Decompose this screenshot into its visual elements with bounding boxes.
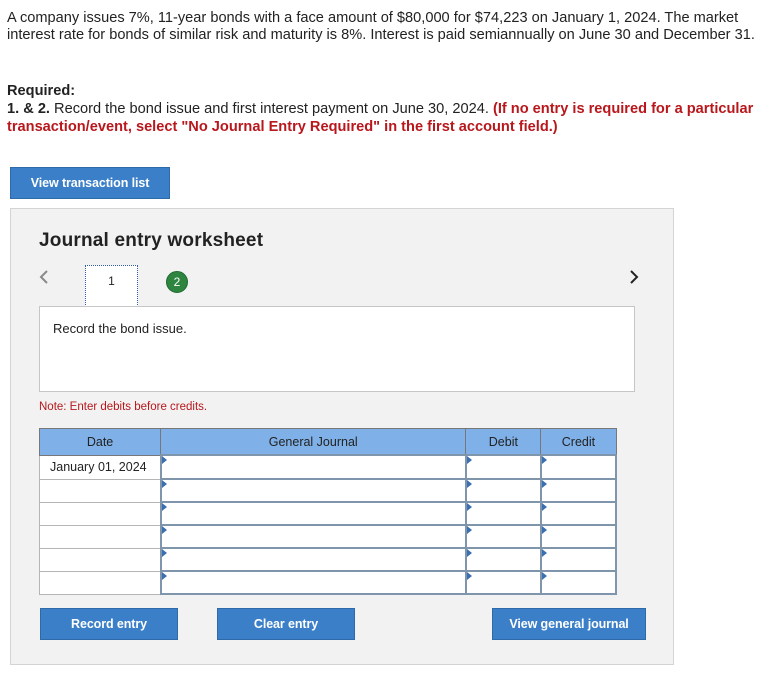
credit-column-header: Credit — [540, 428, 617, 456]
journal-entry-worksheet-panel: Journal entry worksheet 1 2 Record the b… — [10, 208, 674, 665]
debit-input[interactable] — [464, 501, 542, 526]
date-cell[interactable] — [38, 547, 162, 572]
worksheet-title: Journal entry worksheet — [39, 230, 264, 251]
transaction-description: Record the bond issue. — [53, 321, 187, 336]
table-row — [38, 547, 618, 572]
date-cell[interactable] — [38, 570, 162, 595]
credit-input[interactable] — [539, 478, 618, 503]
debit-input[interactable] — [464, 478, 542, 503]
step-1-label: 1 — [108, 274, 115, 288]
account-input[interactable] — [159, 478, 467, 503]
debit-column-header: Debit — [465, 428, 542, 456]
record-entry-button[interactable]: Record entry — [40, 608, 178, 640]
transaction-description-box: Record the bond issue. — [39, 306, 635, 392]
debits-note: Note: Enter debits before credits. — [39, 401, 208, 413]
date-column-header: Date — [38, 428, 162, 456]
required-text: Record the bond issue and first interest… — [50, 101, 493, 117]
account-input[interactable] — [159, 501, 467, 526]
view-general-journal-button[interactable]: View general journal — [492, 608, 646, 640]
account-input[interactable] — [159, 454, 467, 480]
table-row — [38, 570, 618, 595]
debit-input[interactable] — [464, 547, 542, 572]
credit-input[interactable] — [539, 524, 618, 549]
step-1-tab[interactable]: 1 — [85, 265, 138, 307]
credit-input[interactable] — [539, 547, 618, 572]
credit-input[interactable] — [539, 501, 618, 526]
required-number: 1. & 2. — [7, 101, 50, 117]
credit-input[interactable] — [539, 454, 618, 480]
table-row — [38, 524, 618, 549]
table-row — [38, 501, 618, 526]
date-cell[interactable] — [38, 478, 162, 503]
credit-input[interactable] — [539, 570, 618, 595]
date-cell[interactable] — [38, 501, 162, 526]
previous-arrow-icon[interactable] — [39, 269, 49, 285]
clear-entry-button[interactable]: Clear entry — [217, 608, 355, 640]
date-cell: January 01, 2024 — [38, 454, 162, 480]
step-2-label: 2 — [173, 275, 181, 289]
required-section: Required: 1. & 2. Record the bond issue … — [7, 82, 767, 136]
account-input[interactable] — [159, 524, 467, 549]
account-input[interactable] — [159, 570, 467, 595]
view-transaction-list-button[interactable]: View transaction list — [10, 167, 170, 199]
debit-input[interactable] — [464, 454, 542, 480]
date-cell[interactable] — [38, 524, 162, 549]
next-arrow-icon[interactable] — [629, 269, 639, 285]
debit-input[interactable] — [464, 524, 542, 549]
required-instruction: 1. & 2. Record the bond issue and first … — [7, 100, 767, 136]
required-heading: Required: — [7, 83, 76, 99]
general-journal-column-header: General Journal — [160, 428, 467, 456]
table-row — [38, 478, 618, 503]
table-row: January 01, 2024 — [38, 454, 618, 480]
debit-input[interactable] — [464, 570, 542, 595]
account-input[interactable] — [159, 547, 467, 572]
journal-table: Date General Journal Debit Credit Januar… — [38, 428, 618, 595]
problem-statement: A company issues 7%, 11-year bonds with … — [7, 10, 755, 43]
step-2-tab[interactable]: 2 — [166, 271, 188, 293]
